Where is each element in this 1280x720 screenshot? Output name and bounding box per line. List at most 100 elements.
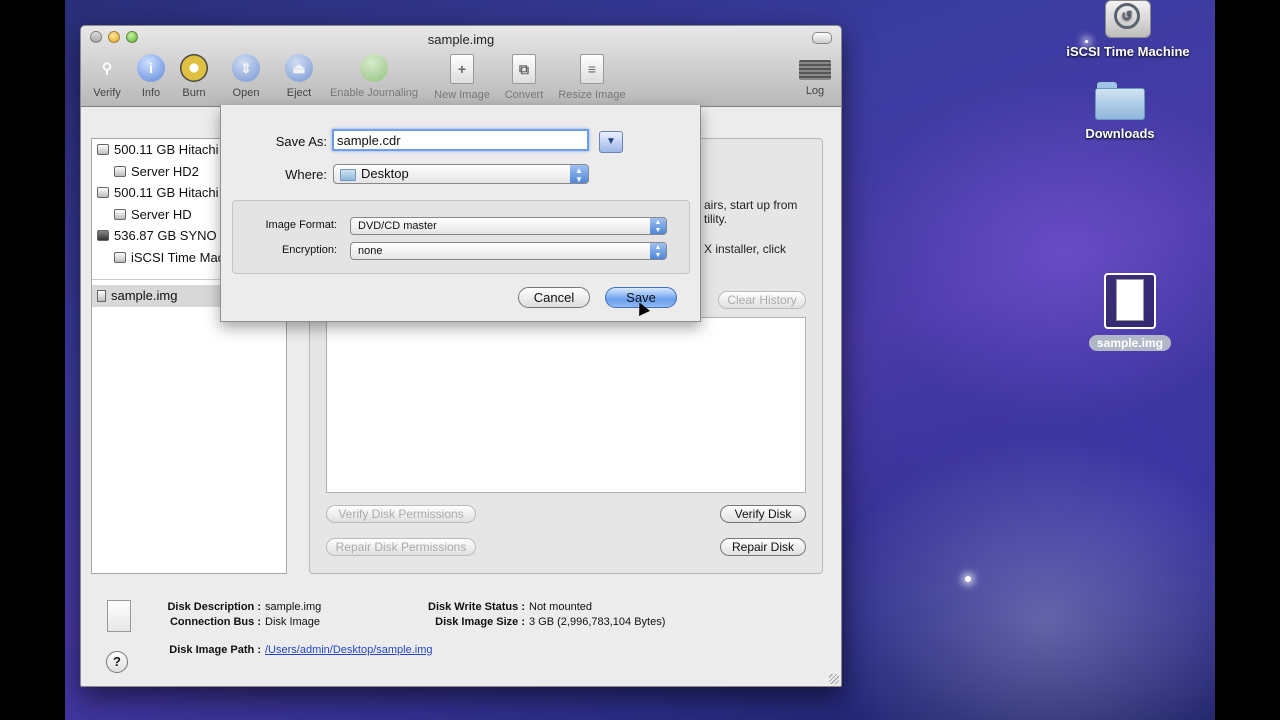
first-aid-description: X installer, click [704, 242, 787, 256]
where-popup[interactable]: Desktop ▲ ▼ [333, 164, 589, 184]
toolbar-verify-button[interactable]: ⚲ Verify [89, 54, 125, 100]
titlebar: sample.img ⚲ Verify i Info Burn ⇕ Open ⏏… [81, 26, 841, 107]
disclosure-triangle-icon: ▼ [606, 136, 616, 147]
disk-image-path-link[interactable]: /Users/admin/Desktop/sample.img [265, 644, 433, 656]
toolbar-label: Resize Image [558, 89, 626, 101]
encryption-label: Encryption: [281, 244, 337, 256]
toolbar-toggle-button[interactable] [812, 32, 832, 44]
popup-arrows-icon: ▲ ▼ [650, 243, 666, 259]
toolbar-new-image-button[interactable]: + New Image [430, 54, 494, 101]
image-format-popup[interactable]: DVD/CD master ▲ ▼ [350, 217, 667, 235]
eject-icon: ⏏ [285, 54, 313, 82]
journaling-icon [360, 54, 388, 82]
toolbar-label: Verify [93, 87, 121, 99]
sidebar-item-label: Server HD2 [131, 163, 199, 179]
first-aid-description: tility. [704, 212, 728, 226]
toolbar-convert-button[interactable]: ⧉ Convert [501, 54, 547, 101]
resize-grip[interactable] [829, 674, 839, 684]
where-value: Desktop [361, 166, 409, 181]
sidebar-item-label: Server HD [131, 206, 192, 222]
popup-arrows-icon: ▲ ▼ [570, 165, 588, 184]
toolbar-label: Open [232, 87, 260, 99]
sidebar-item-label: 500.11 GB Hitachi [114, 185, 219, 200]
log-icon [799, 60, 831, 80]
repair-disk-permissions-button[interactable]: Repair Disk Permissions [326, 538, 476, 556]
desktop-icon-iscsi-time-machine[interactable]: ↺ iSCSI Time Machine [1063, 0, 1193, 59]
toolbar-label: Enable Journaling [329, 87, 419, 99]
desktop-icon-label: sample.img [1088, 335, 1172, 351]
folder-icon [1095, 82, 1145, 120]
disk-image-file-icon [1104, 273, 1156, 329]
desktop-icon-label: iSCSI Time Machine [1066, 44, 1190, 59]
verify-disk-permissions-button[interactable]: Verify Disk Permissions [326, 505, 476, 523]
hard-drive-icon [97, 144, 109, 156]
toolbar-resize-image-button[interactable]: ≡ Resize Image [556, 54, 628, 101]
toolbar-label: Info [141, 87, 161, 99]
info-icon: i [137, 54, 165, 82]
disk-image-document-icon [107, 600, 131, 632]
disk-description-label: Disk Description : [167, 601, 261, 613]
toolbar-label: New Image [434, 89, 490, 101]
toolbar-label: Burn [182, 87, 206, 99]
hard-drive-icon [97, 187, 109, 199]
image-format-label: Image Format: [265, 219, 337, 231]
help-button[interactable]: ? [106, 651, 128, 673]
connection-bus-value: Disk Image [265, 616, 321, 628]
desktop-icon-label: Downloads [1085, 126, 1155, 141]
toolbar-label: Eject [286, 87, 312, 99]
save-sheet: Save As: sample.cdr ▼ Where: Desktop ▲ ▼ … [220, 105, 701, 322]
clear-history-button[interactable]: Clear History [718, 291, 806, 309]
expand-save-dialog-button[interactable]: ▼ [599, 131, 623, 153]
folder-icon [340, 169, 356, 181]
disk-image-size-value: 3 GB (2,996,783,104 Bytes) [529, 616, 666, 628]
desktop-icon-sample-img[interactable]: sample.img [1080, 273, 1180, 351]
history-log [326, 317, 806, 493]
sidebar-item-label: sample.img [111, 288, 178, 303]
star-decoration [965, 576, 971, 582]
disk-description-value: sample.img [265, 601, 322, 613]
disk-info-area: Disk Description : sample.img Connection… [81, 586, 841, 686]
cancel-button[interactable]: Cancel [518, 287, 590, 308]
toolbar-label: Log [805, 85, 825, 97]
disk-write-status-value: Not mounted [529, 601, 592, 613]
toolbar-eject-button[interactable]: ⏏ Eject [281, 54, 317, 99]
desktop-icon-downloads[interactable]: Downloads [1070, 82, 1170, 141]
toolbar-info-button[interactable]: i Info [135, 54, 167, 99]
sidebar-item-label: 500.11 GB Hitachi [114, 142, 219, 157]
disk-image-icon [97, 289, 106, 302]
image-options-group: Image Format: DVD/CD master ▲ ▼ Encryptio… [232, 200, 690, 274]
toolbar-log-button[interactable]: Log [797, 54, 833, 97]
convert-icon: ⧉ [512, 54, 536, 84]
popup-arrows-icon: ▲ ▼ [650, 218, 666, 234]
burn-icon [180, 54, 208, 82]
encryption-value: none [358, 245, 383, 257]
toolbar-label: Convert [504, 89, 544, 101]
volume-icon [114, 165, 126, 177]
image-format-value: DVD/CD master [358, 220, 437, 232]
right-letterbox [1215, 0, 1280, 720]
where-label: Where: [285, 167, 327, 182]
toolbar-open-button[interactable]: ⇕ Open [229, 54, 263, 99]
first-aid-description: airs, start up from [704, 198, 798, 212]
open-icon: ⇕ [232, 54, 260, 82]
toolbar: ⚲ Verify i Info Burn ⇕ Open ⏏ Eject Enab [81, 54, 841, 104]
disk-image-path-label: Disk Image Path : [169, 644, 261, 656]
time-machine-drive-icon: ↺ [1105, 0, 1151, 38]
sidebar-item-label: iSCSI Time Mac [131, 249, 225, 265]
sidebar-item-label: 536.87 GB SYNO i [114, 228, 224, 243]
microscope-icon: ⚲ [101, 59, 113, 76]
save-as-input[interactable]: sample.cdr [332, 129, 589, 151]
verify-disk-button[interactable]: Verify Disk [720, 505, 806, 523]
repair-disk-button[interactable]: Repair Disk [720, 538, 806, 556]
network-drive-icon [97, 230, 109, 242]
encryption-popup[interactable]: none ▲ ▼ [350, 242, 667, 260]
volume-icon [114, 251, 126, 263]
toolbar-burn-button[interactable]: Burn [177, 54, 211, 99]
disk-write-status-label: Disk Write Status : [428, 601, 525, 613]
save-as-label: Save As: [275, 134, 327, 149]
connection-bus-label: Connection Bus : [169, 616, 261, 628]
toolbar-enable-journaling-button[interactable]: Enable Journaling [326, 54, 422, 99]
window-title: sample.img [427, 32, 495, 47]
new-image-icon: + [450, 54, 474, 84]
volume-icon [114, 208, 126, 220]
